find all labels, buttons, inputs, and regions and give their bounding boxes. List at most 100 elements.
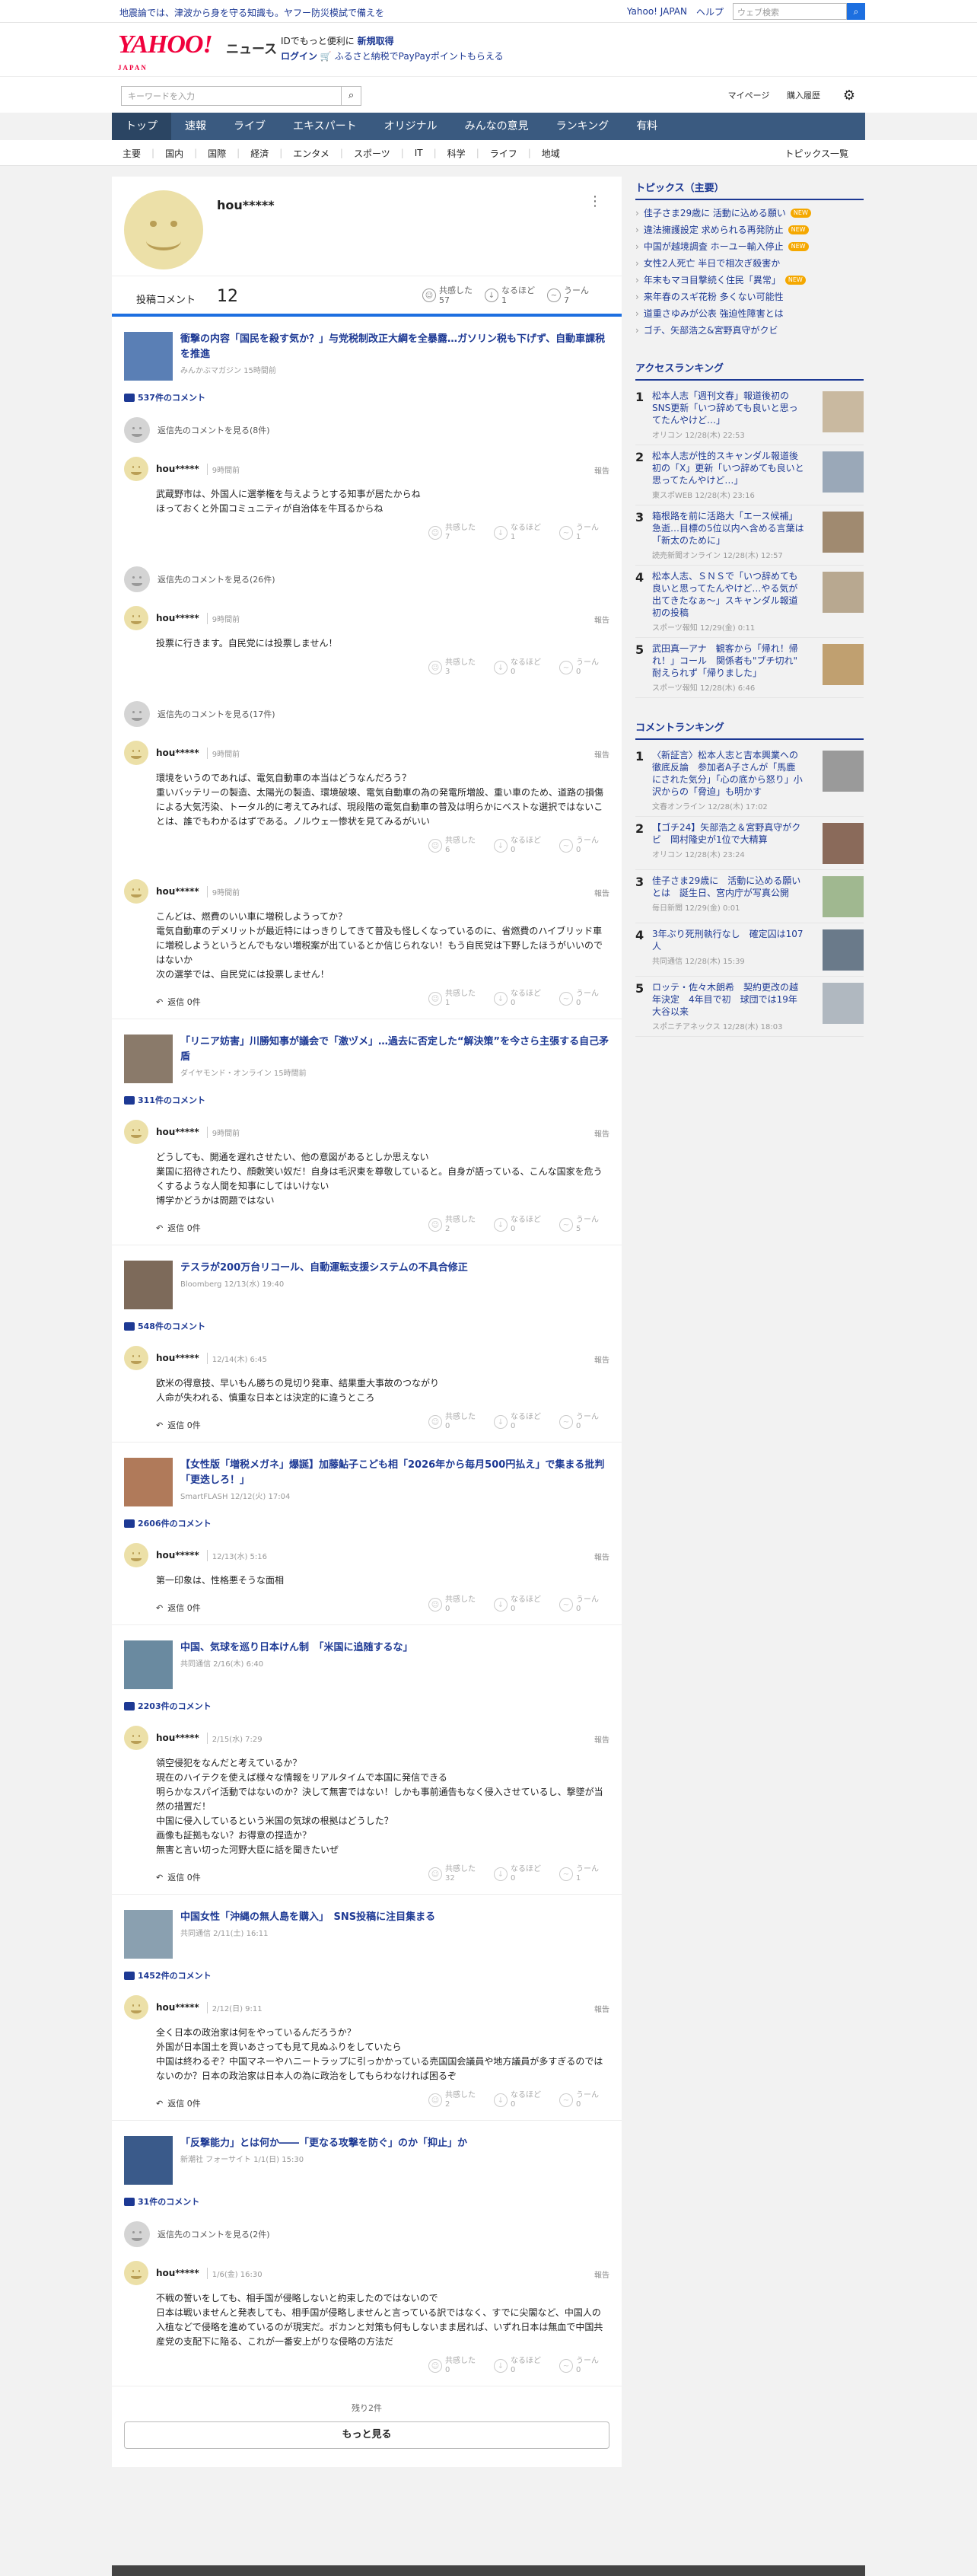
article-title[interactable]: 中国女性「沖縄の無人島を購入」 SNS投稿に注目集まる [180,1910,435,1925]
topic-item[interactable]: 来年春のスギ花粉 多くない可能性 [635,289,864,305]
report-link[interactable]: 報告 [594,1733,609,1745]
topics-list-link[interactable]: トピックス一覧 [774,147,859,160]
parent-comment-link[interactable]: 返信先のコメントを見る(17件) [124,701,609,727]
parent-comment-link[interactable]: 返信先のコメントを見る(26件) [124,566,609,592]
reaction-hmm-button[interactable]: ~ うーん 0 [559,837,599,855]
ranking-item[interactable]: 5 武田真一アナ 観客から「帰れ！帰れ！」コール 関係者も"ブチ切れ" 耐えられず… [635,638,864,698]
report-link[interactable]: 報告 [594,748,609,760]
topic-item[interactable]: 道重さゆみが公表 強迫性障害とは [635,305,864,322]
reaction-agree-button[interactable]: ↓ なるほど 0 [494,990,541,1008]
gnav-expert[interactable]: エキスパート [279,113,371,140]
ranking-item[interactable]: 3 箱根路を前に活路大「エース候補」急逝…目標の5位以内へ含める言葉は「新太のため… [635,505,864,566]
ranking-item[interactable]: 4 松本人志、ＳＮＳで「いつ辞めても良いと思ってたんやけど…やる気が出てきたなぁ～… [635,566,864,638]
cat-science[interactable]: 科学 [437,147,476,160]
report-link[interactable]: 報告 [594,1353,609,1365]
yahoo-japan-link[interactable]: Yahoo! JAPAN [627,6,687,17]
keyword-search-button[interactable]: ⌕ [342,86,361,106]
comment-count-link[interactable]: 1452件のコメント [124,1969,609,1981]
reaction-hmm-button[interactable]: ~ うーん 0 [559,658,599,677]
reaction-empathy-button[interactable]: ☺ 共感した 1 [428,990,476,1008]
article-title[interactable]: 「反撃能力」とは何か――「更なる攻撃を防ぐ」のか「抑止」か [180,2136,467,2151]
reaction-hmm-button[interactable]: ~ うーん 0 [559,990,599,1008]
reaction-agree-button[interactable]: ↓ なるほど 1 [494,524,541,542]
reply-button[interactable]: ↶ 返信 0件 [156,1871,201,1883]
purchase-history-button[interactable]: 購入履歴 [777,86,830,106]
cat-main[interactable]: 主要 [112,147,151,160]
cat-local[interactable]: 地域 [531,147,571,160]
comment-count-link[interactable]: 548件のコメント [124,1320,609,1332]
reaction-hmm-button[interactable]: ~ うーん 0 [559,1596,599,1614]
topic-item[interactable]: 女性2人死亡 半日で相次ぎ殺害か [635,255,864,272]
cat-world[interactable]: 国際 [197,147,237,160]
article-title[interactable]: 【女性版「増税メガネ」爆誕】加藤鮎子こども相「2026年から毎月500円払え」で… [180,1458,609,1488]
article-title[interactable]: テスラが200万台リコール、自動運転支援システムの不具合修正 [180,1261,468,1276]
reaction-hmm-button[interactable]: ~ うーん 5 [559,1216,599,1234]
mypage-button[interactable]: マイページ [722,86,775,106]
reaction-agree-button[interactable]: ↓ なるほど 0 [494,837,541,855]
article-thumbnail[interactable] [124,1458,173,1506]
article-thumbnail[interactable] [124,332,173,381]
furusato-link[interactable]: ふるさと納税でPayPayポイントもらえる [335,51,504,62]
topic-item[interactable]: 違法擁護設定 求められる再発防止 NEW [635,222,864,238]
yahoo-logo[interactable]: YAHOO! JAPAN [118,32,213,81]
article-title[interactable]: 「リニア妨害」川勝知事が議会で「激ヅメ」…過去に否定した“解決策”を今さら主張す… [180,1035,609,1065]
keyword-input[interactable]: キーワードを入力 [121,86,342,106]
gnav-live[interactable]: ライブ [220,113,279,140]
reaction-empathy-button[interactable]: ☺ 共感した 0 [428,1413,476,1431]
reply-button[interactable]: ↶ 返信 0件 [156,1419,201,1431]
more-menu-icon[interactable]: ⋮ [588,193,602,209]
web-search-input[interactable]: ウェブ検索 [733,3,847,20]
reaction-empathy-button[interactable]: ☺ 共感した 0 [428,1596,476,1614]
ranking-item[interactable]: 3 佳子さま29歳に 活動に込める願いとは 誕生日、宮内庁が写真公開 毎日新聞 12… [635,870,864,923]
report-link[interactable]: 報告 [594,614,609,625]
reaction-empathy-button[interactable]: ☺ 共感した 32 [428,1865,476,1883]
reaction-agree-button[interactable]: ↓ なるほど 0 [494,1216,541,1234]
report-link[interactable]: 報告 [594,464,609,476]
ranking-item[interactable]: 5 ロッテ・佐々木朗希 契約更改の越年決定 4年目で初 球団では19年大谷以来 スポ… [635,977,864,1037]
comment-count-link[interactable]: 2606件のコメント [124,1517,609,1529]
reaction-empathy-button[interactable]: ☺ 共感した 2 [428,1216,476,1234]
ranking-item[interactable]: 1 松本人志「週刊文春」報道後初のSNS更新「いつ辞めても良いと思ってたんやけど…… [635,385,864,445]
report-link[interactable]: 報告 [594,1551,609,1562]
article-thumbnail[interactable] [124,1640,173,1689]
web-search-button[interactable]: ⌕ [847,3,865,20]
article-title[interactable]: 衝撃の内容「国民を殺す気か？」与党税制改正大綱を全暴露…ガソリン税も下げず、自動… [180,332,609,362]
topic-item[interactable]: ゴチ、矢部浩之&宮野真守がクビ [635,322,864,339]
login-link[interactable]: ログイン [281,51,317,62]
topic-item[interactable]: 中国が越境調査 ホーユー輸入停止 NEW [635,238,864,255]
parent-comment-link[interactable]: 返信先のコメントを見る(2件) [124,2221,609,2247]
cat-it[interactable]: IT [404,148,434,158]
comment-count-link[interactable]: 31件のコメント [124,2195,609,2208]
reaction-hmm-button[interactable]: ~ うーん 1 [559,1865,599,1883]
reaction-agree-button[interactable]: ↓ なるほど 0 [494,2091,541,2109]
report-link[interactable]: 報告 [594,887,609,898]
reaction-agree-button[interactable]: ↓ なるほど 0 [494,1596,541,1614]
reaction-agree-button[interactable]: ↓ なるほど 0 [494,1413,541,1431]
report-link[interactable]: 報告 [594,2268,609,2280]
signup-link[interactable]: 新規取得 [358,36,394,46]
gnav-ranking[interactable]: ランキング [543,113,623,140]
reaction-hmm-button[interactable]: ~ うーん 1 [559,524,599,542]
reaction-hmm-button[interactable]: ~ うーん 0 [559,1413,599,1431]
topic-item[interactable]: 年末もマヨ目撃続く住民「異常」NEW [635,272,864,289]
reaction-hmm-button[interactable]: ~ うーん 0 [559,2357,599,2375]
gear-icon[interactable]: ⚙ [839,86,859,106]
topic-item[interactable]: 佳子さま29歳に 活動に込める願い NEW [635,205,864,222]
report-link[interactable]: 報告 [594,1127,609,1139]
gnav-opinion[interactable]: みんなの意見 [451,113,543,140]
cat-sports[interactable]: スポーツ [343,147,401,160]
comment-count-link[interactable]: 311件のコメント [124,1094,609,1106]
reply-button[interactable]: ↶ 返信 0件 [156,2097,201,2109]
reaction-agree-button[interactable]: ↓ なるほど 0 [494,1865,541,1883]
gnav-paid[interactable]: 有料 [622,113,671,140]
gnav-top[interactable]: トップ [112,113,171,140]
ranking-item[interactable]: 2 【ゴチ24】矢部浩之＆宮野真守がクビ 岡村隆史が1位で大精算 オリコン 12/2… [635,817,864,870]
reaction-empathy-button[interactable]: ☺ 共感した 0 [428,2357,476,2375]
gnav-breaking[interactable]: 速報 [171,113,220,140]
article-thumbnail[interactable] [124,1261,173,1309]
disaster-alert-link[interactable]: 地震論では、津波から身を守る知識も。ヤフー防災模試で備えを [119,6,384,19]
report-link[interactable]: 報告 [594,2003,609,2014]
ranking-item[interactable]: 2 松本人志が性的スキャンダル報道後初の「X」更新「いつ辞めても良いと思ってたんや… [635,445,864,505]
reply-button[interactable]: ↶ 返信 0件 [156,1602,201,1614]
cat-entertainment[interactable]: エンタメ [282,147,340,160]
